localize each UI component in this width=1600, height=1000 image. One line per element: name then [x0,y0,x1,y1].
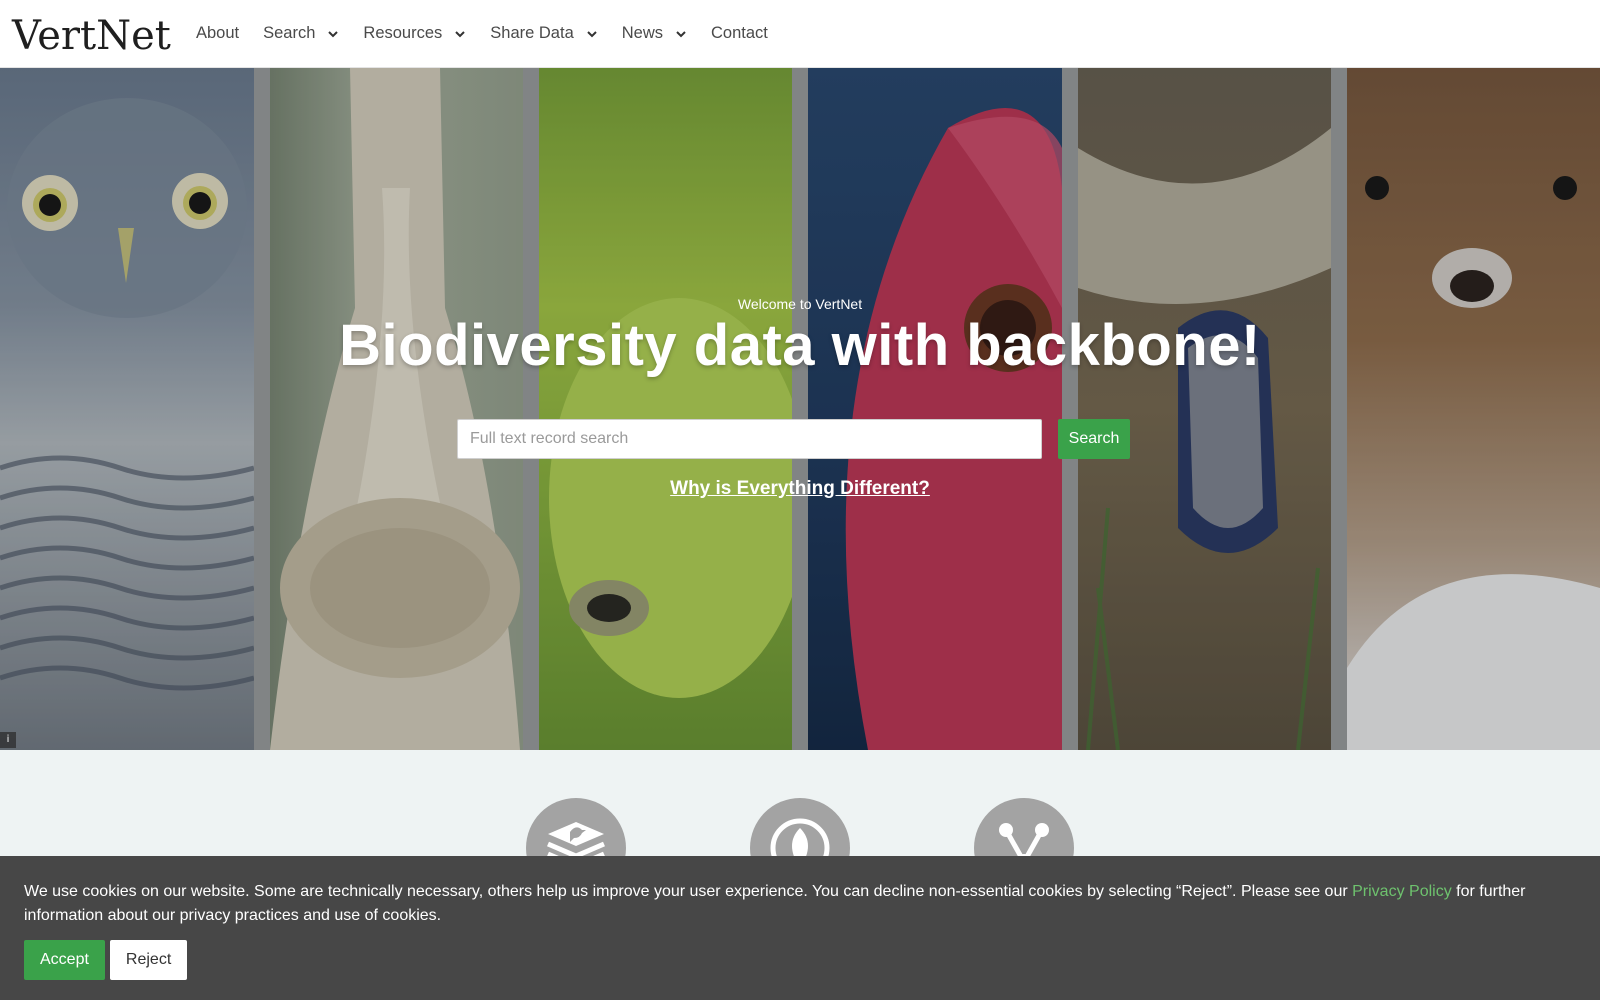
logo-prefix: Ver [12,12,81,59]
why-different-link: Why is Everything Different? [0,478,1600,500]
info-icon[interactable]: i [0,732,16,748]
vertnet-logo[interactable]: VertNet [12,10,172,58]
nav-share-data[interactable]: Share Data [490,0,597,67]
nav-about-label: About [196,24,240,42]
chevron-down-icon [587,30,597,37]
logo-t: t [80,12,97,59]
logo-text: VertNet [12,14,171,58]
nav-share-data-label: Share Data [490,24,574,42]
main-nav: About Search Resources Share Data News C… [196,0,792,67]
full-text-search-input[interactable] [457,419,1042,459]
nav-news-label: News [621,24,664,42]
why-different-link-text[interactable]: Why is Everything Different? [670,478,930,499]
logo-ne: Ne [96,12,155,59]
nav-search-label: Search [263,24,316,42]
privacy-policy-link[interactable]: Privacy Policy [1352,883,1452,900]
cookie-text-before: We use cookies on our website. Some are … [24,883,1353,900]
nav-news[interactable]: News [622,0,687,67]
hero-banner: Welcome to VertNet Biodiversity data wit… [0,68,1600,750]
nav-contact[interactable]: Contact [711,0,768,67]
cookie-banner: We use cookies on our website. Some are … [0,856,1600,1000]
hero-content: Welcome to VertNet Biodiversity data wit… [0,68,1600,750]
chevron-down-icon [328,30,339,37]
welcome-text: Welcome to VertNet [737,296,863,312]
nav-resources[interactable]: Resources [363,0,466,67]
chevron-down-icon [455,30,465,37]
nav-resources-label: Resources [363,24,443,42]
nav-about[interactable]: About [196,0,239,67]
chevron-down-icon [676,30,686,37]
search-button[interactable]: Search [1058,419,1130,459]
nav-contact-label: Contact [711,24,768,42]
reject-cookies-button[interactable]: Reject [109,940,188,980]
accept-cookies-button[interactable]: Accept [24,940,105,980]
hero-headline: Biodiversity data with backbone! [339,313,1261,378]
cookie-message: We use cookies on our website. Some are … [24,880,1574,928]
logo-suffix: t [154,12,171,59]
cookie-actions: Accept Reject [24,940,1576,980]
nav-search[interactable]: Search [263,0,339,67]
top-navbar: VertNet About Search Resources Share Dat… [0,0,1600,68]
